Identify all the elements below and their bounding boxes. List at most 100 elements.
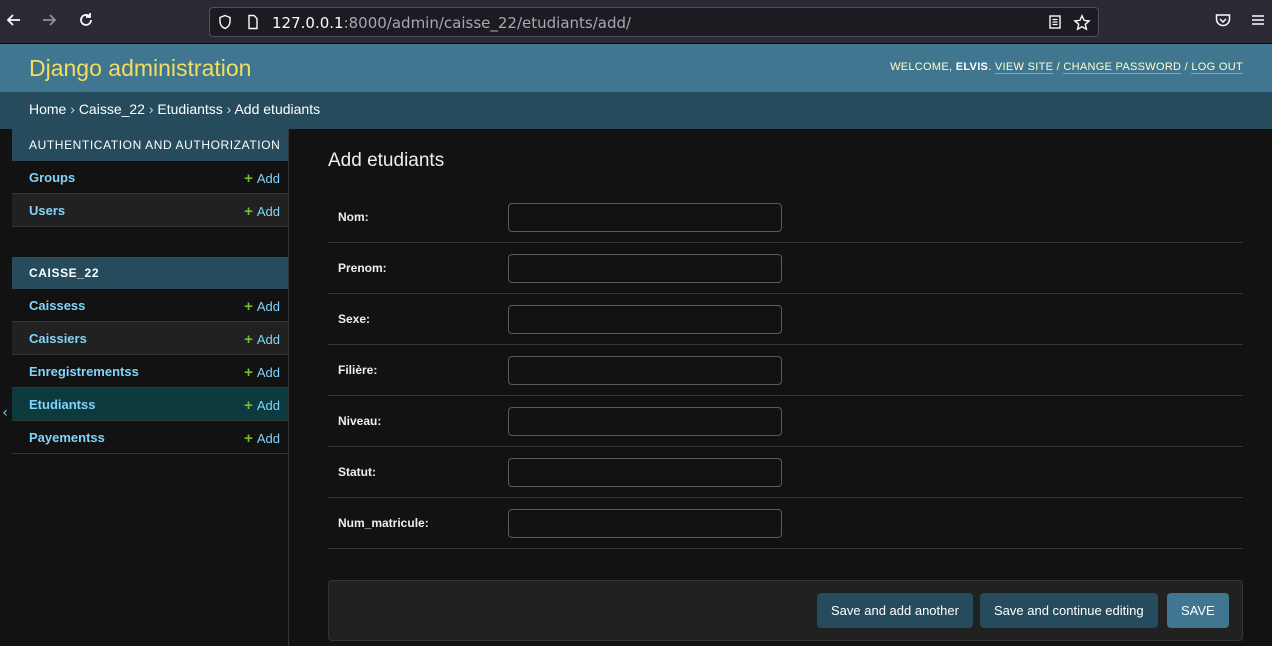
module-caption-caisse[interactable]: CAISSE_22 [12,257,288,289]
filiere-input[interactable] [508,356,782,385]
form-row-niveau: Niveau: [328,396,1243,447]
sidebar-item-label[interactable]: Caissiers [29,331,87,346]
page-icon[interactable] [244,14,262,32]
sidebar-item-etudiantss[interactable]: Etudiantss + Add [12,388,288,421]
form-row-statut: Statut: [328,447,1243,498]
plus-icon: + [244,364,253,381]
save-button[interactable]: SAVE [1167,593,1229,628]
site-branding[interactable]: Django administration [29,55,251,82]
sidebar-item-groups[interactable]: Groups + Add [12,161,288,194]
field-label: Num_matricule: [338,516,429,530]
sidebar-item-label[interactable]: Etudiantss [29,397,95,412]
num-matricule-input[interactable] [508,509,782,538]
nom-input[interactable] [508,203,782,232]
form-row-filiere: Filière: [328,345,1243,396]
view-site-link[interactable]: VIEW SITE [994,61,1054,74]
field-label: Statut: [338,465,376,479]
admin-header: Django administration WELCOME, ELVIS. VI… [0,44,1272,92]
add-label: Add [256,332,280,347]
add-label: Add [256,398,280,413]
welcome-dot: . [988,61,995,73]
form-row-num-matricule: Num_matricule: [328,498,1243,549]
reload-icon [80,13,92,26]
separator: / [1181,61,1192,73]
add-caissiers-link[interactable]: + Add [244,331,280,348]
sidebar-item-users[interactable]: Users + Add [12,194,288,227]
reload-button[interactable] [75,11,97,33]
breadcrumb: Home › Caisse_22 › Etudiantss › Add etud… [0,92,1272,129]
field-label: Filière: [338,363,378,377]
sidebar-item-caissess[interactable]: Caissess + Add [12,289,288,322]
sidebar-item-label[interactable]: Groups [29,170,75,185]
add-label: Add [256,365,280,380]
menu-button[interactable] [1247,11,1269,33]
plus-icon: + [244,397,253,414]
sidebar-item-payementss[interactable]: Payementss + Add [12,421,288,454]
plus-icon: + [244,331,253,348]
url-text[interactable]: 127.0.0.1:8000/admin/caisse_22/etudiants… [272,14,631,32]
field-label: Sexe: [338,312,371,326]
forward-button[interactable] [38,11,60,33]
add-users-link[interactable]: + Add [244,203,280,220]
field-label: Prenom: [338,261,387,275]
plus-icon: + [244,170,253,187]
sidebar-item-label[interactable]: Caissess [29,298,85,313]
sidebar-item-label[interactable]: Enregistrementss [29,364,139,379]
user-tools: WELCOME, ELVIS. VIEW SITE / CHANGE PASSW… [890,61,1243,74]
plus-icon: + [244,203,253,220]
sidebar-item-caissiers[interactable]: Caissiers + Add [12,322,288,355]
statut-input[interactable] [508,458,782,487]
username: ELVIS [955,61,989,73]
reader-view-icon[interactable] [1046,14,1064,32]
hamburger-menu-icon [1252,15,1264,25]
arrow-right-icon [43,14,57,26]
back-button[interactable] [3,11,25,33]
save-and-add-another-button[interactable]: Save and add another [817,593,973,628]
sidebar-item-label[interactable]: Users [29,203,65,218]
breadcrumb-separator: › [222,101,235,117]
change-password-link[interactable]: CHANGE PASSWORD [1063,61,1182,74]
form-row-prenom: Prenom: [328,243,1243,294]
plus-icon: + [244,430,253,447]
add-label: Add [256,171,280,186]
shield-icon[interactable] [216,14,234,32]
page-title: Add etudiants [328,150,445,171]
main-content: Add etudiants Nom: Prenom: Sexe: Filière… [328,129,1243,646]
separator: / [1053,61,1064,73]
form-row-nom: Nom: [328,192,1243,243]
log-out-link[interactable]: LOG OUT [1191,61,1243,74]
module-caption-auth[interactable]: AUTHENTICATION AND AUTHORIZATION [12,129,288,161]
add-label: Add [256,431,280,446]
sidebar-item-enregistrementss[interactable]: Enregistrementss + Add [12,355,288,388]
breadcrumb-model[interactable]: Etudiantss [157,101,222,117]
sidebar-item-label[interactable]: Payementss [29,430,105,445]
prenom-input[interactable] [508,254,782,283]
add-caissess-link[interactable]: + Add [244,298,280,315]
field-label: Nom: [338,210,369,224]
add-enregistrementss-link[interactable]: + Add [244,364,280,381]
pocket-icon [1215,14,1231,27]
pocket-button[interactable] [1212,11,1234,33]
add-label: Add [256,299,280,314]
add-groups-link[interactable]: + Add [244,170,280,187]
bookmark-star-icon[interactable] [1073,14,1091,32]
sexe-input[interactable] [508,305,782,334]
field-label: Niveau: [338,414,382,428]
submit-row: Save and add another Save and continue e… [328,580,1243,641]
url-host: 127.0.0.1 [272,14,344,32]
add-label: Add [256,204,280,219]
save-and-continue-button[interactable]: Save and continue editing [980,593,1158,628]
browser-toolbar: 127.0.0.1:8000/admin/caisse_22/etudiants… [0,0,1272,44]
plus-icon: + [244,298,253,315]
add-etudiantss-link[interactable]: + Add [244,397,280,414]
arrow-left-icon [6,14,20,26]
breadcrumb-home[interactable]: Home [29,101,66,117]
breadcrumb-current: Add etudiants [234,101,321,117]
form-row-sexe: Sexe: [328,294,1243,345]
niveau-input[interactable] [508,407,782,436]
address-bar[interactable]: 127.0.0.1:8000/admin/caisse_22/etudiants… [209,7,1099,37]
breadcrumb-app[interactable]: Caisse_22 [79,101,145,117]
add-payementss-link[interactable]: + Add [244,430,280,447]
sidebar-toggle-button[interactable]: ‹ [0,405,10,421]
url-path: :8000/admin/caisse_22/etudiants/add/ [343,14,632,32]
